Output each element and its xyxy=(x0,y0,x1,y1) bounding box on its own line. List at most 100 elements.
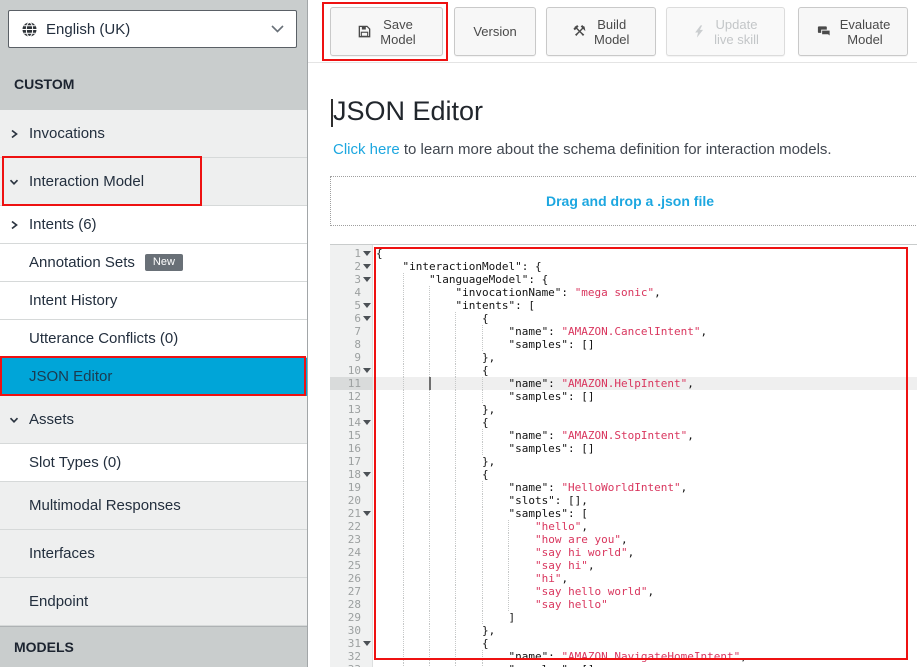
version-button[interactable]: Version xyxy=(454,7,536,56)
line-number: 18 xyxy=(330,468,373,481)
fold-arrow-icon[interactable] xyxy=(363,368,371,373)
line-number: 20 xyxy=(330,494,373,507)
sidebar-item-slot-types-0[interactable]: Slot Types (0) xyxy=(0,444,307,482)
fold-arrow-icon[interactable] xyxy=(363,472,371,477)
code-line[interactable]: "samples": [] xyxy=(373,338,917,351)
code-line[interactable]: "interactionModel": { xyxy=(373,260,917,273)
sidebar-item-label: Invocations xyxy=(29,125,105,142)
code-line[interactable]: "name": "AMAZON.NavigateHomeIntent", xyxy=(373,650,917,663)
code-line[interactable]: "slots": [], xyxy=(373,494,917,507)
sidebar-item-label: Utterance Conflicts (0) xyxy=(29,330,178,347)
fold-arrow-icon[interactable] xyxy=(363,251,371,256)
code-line[interactable]: "samples": [ xyxy=(373,507,917,520)
code-line[interactable]: "name": "HelloWorldIntent", xyxy=(373,481,917,494)
update-live-skill-button[interactable]: Updatelive skill xyxy=(666,7,785,56)
code-line[interactable]: { xyxy=(373,468,917,481)
fold-arrow-icon[interactable] xyxy=(363,277,371,282)
line-number: 4 xyxy=(330,286,373,299)
line-number: 30 xyxy=(330,624,373,637)
code-line[interactable]: { xyxy=(373,364,917,377)
code-line[interactable]: ] xyxy=(373,611,917,624)
models-section-header: MODELS xyxy=(0,626,307,667)
sidebar-item-label: Interaction Model xyxy=(29,173,144,190)
code-line[interactable]: "how are you", xyxy=(373,533,917,546)
line-number: 1 xyxy=(330,247,373,260)
code-line[interactable]: "samples": [] xyxy=(373,663,917,667)
fold-arrow-icon[interactable] xyxy=(363,303,371,308)
code-line[interactable]: "say hi world", xyxy=(373,546,917,559)
line-number: 23 xyxy=(330,533,373,546)
chevron-down-icon xyxy=(9,177,19,187)
code-line[interactable]: "hi", xyxy=(373,572,917,585)
code-line[interactable]: { xyxy=(373,416,917,429)
code-line[interactable]: "name": "AMAZON.CancelIntent", xyxy=(373,325,917,338)
sidebar-item-label: JSON Editor xyxy=(29,368,112,385)
build-icon: ⚒ xyxy=(573,24,586,39)
page-title: JSON Editor xyxy=(333,96,483,127)
sidebar-item-intents-6[interactable]: Intents (6) xyxy=(0,206,307,244)
sidebar-item-utterance-conflicts-0[interactable]: Utterance Conflicts (0) xyxy=(0,320,307,358)
sidebar-item-label: Intent History xyxy=(29,292,117,309)
code-line[interactable]: }, xyxy=(373,624,917,637)
line-number: 16 xyxy=(330,442,373,455)
code-line[interactable]: "say hi", xyxy=(373,559,917,572)
sidebar-item-label: Assets xyxy=(29,411,74,428)
fold-arrow-icon[interactable] xyxy=(363,420,371,425)
sidebar-item-intent-history[interactable]: Intent History xyxy=(0,282,307,320)
save-model-button[interactable]: SaveModel xyxy=(330,7,443,56)
code-line[interactable]: "name": "AMAZON.HelpIntent", xyxy=(373,377,917,390)
line-number: 3 xyxy=(330,273,373,286)
button-label: BuildModel xyxy=(594,17,629,47)
sidebar-item-assets[interactable]: Assets xyxy=(0,396,307,444)
code-line[interactable]: "languageModel": { xyxy=(373,273,917,286)
code-line[interactable]: "samples": [] xyxy=(373,442,917,455)
line-number: 5 xyxy=(330,299,373,312)
fold-arrow-icon[interactable] xyxy=(363,316,371,321)
sidebar: English (UK) CUSTOM Invocations Interacti… xyxy=(0,0,308,667)
chevron-down-icon xyxy=(271,25,284,33)
code-line[interactable]: }, xyxy=(373,455,917,468)
globe-icon xyxy=(21,21,38,38)
line-number: 8 xyxy=(330,338,373,351)
code-line[interactable]: "hello", xyxy=(373,520,917,533)
button-label: Updatelive skill xyxy=(714,17,759,47)
line-number: 22 xyxy=(330,520,373,533)
line-number: 24 xyxy=(330,546,373,559)
code-line[interactable]: "say hello" xyxy=(373,598,917,611)
code-line[interactable]: }, xyxy=(373,403,917,416)
fold-arrow-icon[interactable] xyxy=(363,264,371,269)
code-line[interactable]: "say hello world", xyxy=(373,585,917,598)
sidebar-item-interfaces[interactable]: Interfaces xyxy=(0,530,307,578)
custom-section-header: CUSTOM xyxy=(14,76,74,92)
evaluate-model-button[interactable]: EvaluateModel xyxy=(798,7,908,56)
sidebar-item-label: Interfaces xyxy=(29,545,95,562)
sidebar-item-interaction-model[interactable]: Interaction Model xyxy=(0,158,307,206)
code-line[interactable]: { xyxy=(373,637,917,650)
fold-arrow-icon[interactable] xyxy=(363,641,371,646)
code-line[interactable]: }, xyxy=(373,351,917,364)
language-selector[interactable]: English (UK) xyxy=(8,10,297,48)
language-selector-area: English (UK) CUSTOM xyxy=(0,0,307,110)
code-line[interactable]: { xyxy=(373,247,917,260)
code-line[interactable]: { xyxy=(373,312,917,325)
code-line[interactable]: "invocationName": "mega sonic", xyxy=(373,286,917,299)
sidebar-item-multimodal-responses[interactable]: Multimodal Responses xyxy=(0,482,307,530)
code-line[interactable]: "samples": [] xyxy=(373,390,917,403)
fold-arrow-icon[interactable] xyxy=(363,511,371,516)
sidebar-item-invocations[interactable]: Invocations xyxy=(0,110,307,158)
sidebar-item-endpoint[interactable]: Endpoint xyxy=(0,578,307,626)
code-line[interactable]: "intents": [ xyxy=(373,299,917,312)
sidebar-item-json-editor[interactable]: JSON Editor xyxy=(0,358,307,396)
line-number: 28 xyxy=(330,598,373,611)
json-code-editor[interactable]: 1234567891011121314151617181920212223242… xyxy=(330,244,917,667)
line-number: 15 xyxy=(330,429,373,442)
sidebar-item-annotation-sets[interactable]: Annotation SetsNew xyxy=(0,244,307,282)
sidebar-item-label: Multimodal Responses xyxy=(29,497,181,514)
click-here-link[interactable]: Click here xyxy=(333,141,400,158)
chat-icon xyxy=(816,24,832,39)
json-file-dropzone[interactable]: Drag and drop a .json file xyxy=(330,176,917,226)
line-number: 9 xyxy=(330,351,373,364)
build-model-button[interactable]: ⚒ BuildModel xyxy=(546,7,656,56)
code-line[interactable]: "name": "AMAZON.StopIntent", xyxy=(373,429,917,442)
sidebar-item-label: Slot Types (0) xyxy=(29,454,121,471)
